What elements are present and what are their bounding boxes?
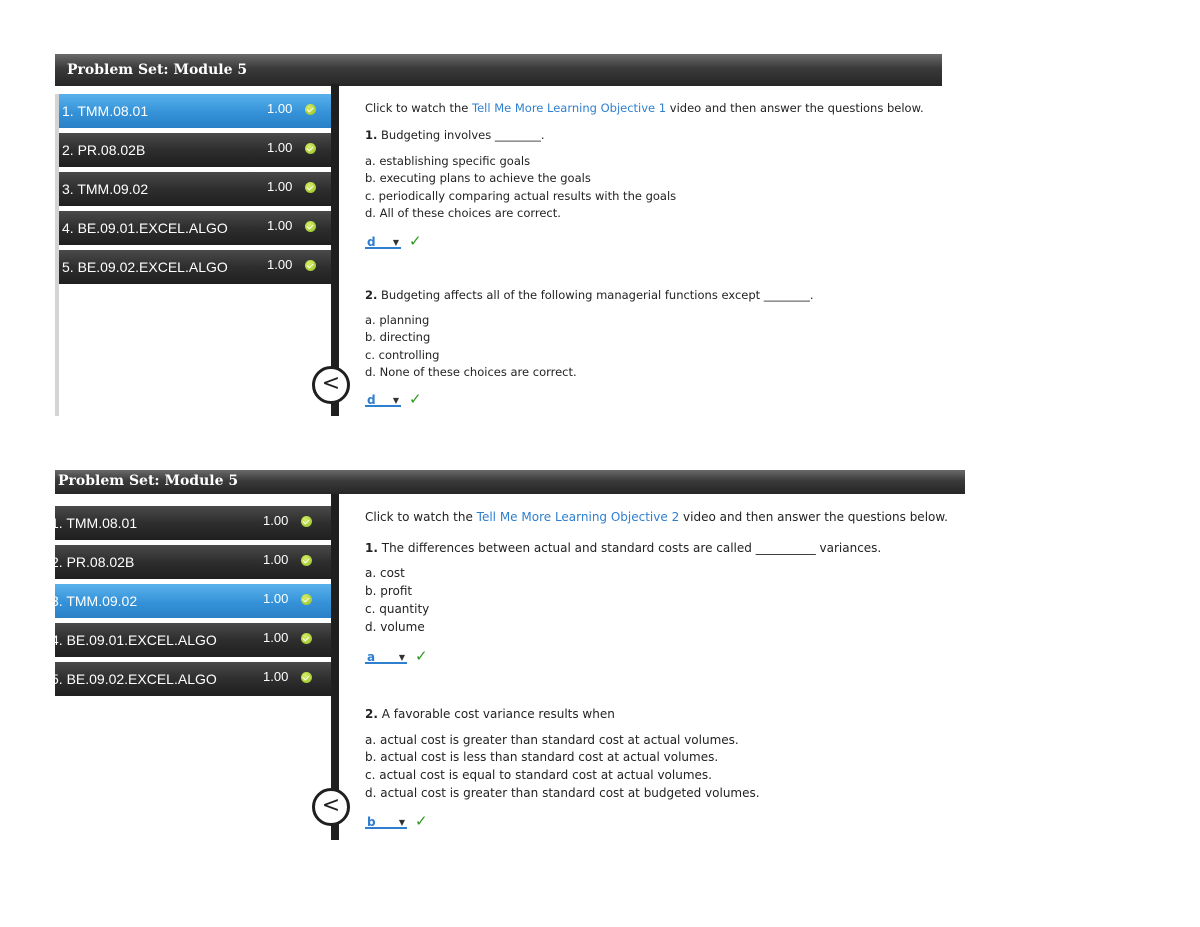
- completed-check-icon: [305, 221, 316, 232]
- question-nav-sidebar: 1. TMM.08.01 1.00 2. PR.08.02B 1.00 3. T…: [51, 506, 331, 840]
- nav-item-label: 3. TMM.09.02: [51, 593, 138, 609]
- question-number: 1.: [365, 541, 378, 555]
- correct-check-icon: ✓: [409, 390, 422, 408]
- video-link[interactable]: Tell Me More Learning Objective 1: [472, 101, 666, 115]
- problem-set-panel-1: Problem Set: Module 5 1. TMM.08.01 1.00 …: [55, 54, 942, 416]
- question-stem: The differences between actual and stand…: [377, 541, 882, 555]
- question-2-text: 2. A favorable cost variance results whe…: [365, 707, 615, 721]
- nav-item-4[interactable]: 4. BE.09.01.EXCEL.ALGO 1.00: [51, 623, 331, 657]
- choice-b: b. executing plans to achieve the goals: [365, 171, 591, 185]
- nav-item-label: 2. PR.08.02B: [51, 554, 135, 570]
- intro-suffix: video and then answer the questions belo…: [666, 101, 924, 115]
- collapse-sidebar-button[interactable]: <: [312, 366, 350, 404]
- intro-prefix: Click to watch the: [365, 510, 477, 524]
- nav-item-score: 1.00: [267, 140, 293, 155]
- answer-select[interactable]: d ▼: [365, 393, 401, 407]
- choice-d: d. All of these choices are correct.: [365, 206, 561, 220]
- completed-check-icon: [301, 555, 312, 566]
- choice-d: d. actual cost is greater than standard …: [365, 786, 760, 800]
- problem-set-panel-2: Problem Set: Module 5 1. TMM.08.01 1.00 …: [51, 470, 965, 840]
- nav-item-score: 1.00: [263, 513, 289, 528]
- nav-item-score: 1.00: [263, 552, 289, 567]
- question-stem: Budgeting involves ________.: [377, 128, 545, 142]
- chevron-down-icon: ▼: [392, 396, 399, 405]
- choice-b: b. profit: [365, 584, 413, 598]
- chevron-down-icon: ▼: [392, 238, 399, 247]
- nav-item-score: 1.00: [263, 669, 289, 684]
- nav-item-score: 1.00: [267, 257, 293, 272]
- completed-check-icon: [301, 516, 312, 527]
- nav-item-label: 1. TMM.08.01: [51, 515, 138, 531]
- nav-item-1[interactable]: 1. TMM.08.01 1.00: [59, 94, 331, 128]
- nav-item-1[interactable]: 1. TMM.08.01 1.00: [51, 506, 331, 540]
- correct-check-icon: ✓: [409, 232, 422, 250]
- nav-item-2[interactable]: 2. PR.08.02B 1.00: [51, 545, 331, 579]
- nav-item-4[interactable]: 4. BE.09.01.EXCEL.ALGO 1.00: [59, 211, 331, 245]
- question-2-text: 2. Budgeting affects all of the followin…: [365, 288, 813, 302]
- choice-c: c. controlling: [365, 348, 440, 362]
- choice-b: b. directing: [365, 330, 431, 344]
- nav-item-label: 3. TMM.09.02: [62, 181, 149, 197]
- nav-item-score: 1.00: [267, 218, 293, 233]
- question-number: 1.: [365, 128, 378, 142]
- completed-check-icon: [301, 672, 312, 683]
- nav-item-label: 2. PR.08.02B: [62, 142, 146, 158]
- choice-d: d. volume: [365, 620, 425, 634]
- choice-a: a. establishing specific goals: [365, 154, 531, 168]
- chevron-down-icon: ▼: [398, 818, 405, 827]
- nav-item-3[interactable]: 3. TMM.09.02 1.00: [51, 584, 331, 618]
- chevron-down-icon: ▼: [398, 653, 405, 662]
- choice-a: a. planning: [365, 313, 430, 327]
- collapse-sidebar-button[interactable]: <: [312, 788, 350, 826]
- question-content: Click to watch the Tell Me More Learning…: [365, 470, 965, 840]
- question-number: 2.: [365, 707, 378, 721]
- nav-item-score: 1.00: [267, 179, 293, 194]
- choice-d: d. None of these choices are correct.: [365, 365, 577, 379]
- video-link[interactable]: Tell Me More Learning Objective 2: [477, 510, 680, 524]
- choice-a: a. actual cost is greater than standard …: [365, 733, 739, 747]
- nav-item-score: 1.00: [263, 630, 289, 645]
- correct-check-icon: ✓: [415, 812, 428, 830]
- intro-prefix: Click to watch the: [365, 101, 473, 115]
- choice-b: b. actual cost is less than standard cos…: [365, 750, 719, 764]
- question-1-text: 1. Budgeting involves ________.: [365, 128, 545, 142]
- question-1-text: 1. The differences between actual and st…: [365, 541, 881, 555]
- nav-item-label: 1. TMM.08.01: [62, 103, 149, 119]
- question-stem: A favorable cost variance results when: [377, 707, 615, 721]
- completed-check-icon: [301, 633, 312, 644]
- choice-a: a. cost: [365, 566, 405, 580]
- answer-select[interactable]: b ▼: [365, 815, 407, 829]
- question-nav-sidebar: 1. TMM.08.01 1.00 2. PR.08.02B 1.00 3. T…: [55, 94, 331, 416]
- nav-item-label: 5. BE.09.02.EXCEL.ALGO: [62, 259, 228, 275]
- choice-c: c. periodically comparing actual results…: [365, 189, 677, 203]
- nav-item-2[interactable]: 2. PR.08.02B 1.00: [59, 133, 331, 167]
- intro-text: Click to watch the Tell Me More Learning…: [365, 510, 948, 524]
- intro-text: Click to watch the Tell Me More Learning…: [365, 101, 924, 115]
- nav-item-label: 4. BE.09.01.EXCEL.ALGO: [51, 632, 217, 648]
- choice-c: c. actual cost is equal to standard cost…: [365, 768, 712, 782]
- question-stem: Budgeting affects all of the following m…: [377, 288, 814, 302]
- correct-check-icon: ✓: [415, 647, 428, 665]
- answer-select[interactable]: d ▼: [365, 235, 401, 249]
- nav-item-label: 4. BE.09.01.EXCEL.ALGO: [62, 220, 228, 236]
- choice-c: c. quantity: [365, 602, 430, 616]
- nav-item-score: 1.00: [267, 101, 293, 116]
- nav-item-5[interactable]: 5. BE.09.02.EXCEL.ALGO 1.00: [51, 662, 331, 696]
- completed-check-icon: [301, 594, 312, 605]
- nav-item-5[interactable]: 5. BE.09.02.EXCEL.ALGO 1.00: [59, 250, 331, 284]
- completed-check-icon: [305, 182, 316, 193]
- nav-item-label: 5. BE.09.02.EXCEL.ALGO: [51, 671, 217, 687]
- question-content: Click to watch the Tell Me More Learning…: [365, 54, 942, 416]
- completed-check-icon: [305, 260, 316, 271]
- completed-check-icon: [305, 104, 316, 115]
- answer-select[interactable]: a ▼: [365, 650, 407, 664]
- completed-check-icon: [305, 143, 316, 154]
- intro-suffix: video and then answer the questions belo…: [679, 510, 948, 524]
- question-number: 2.: [365, 288, 378, 302]
- nav-item-score: 1.00: [263, 591, 289, 606]
- nav-item-3[interactable]: 3. TMM.09.02 1.00: [59, 172, 331, 206]
